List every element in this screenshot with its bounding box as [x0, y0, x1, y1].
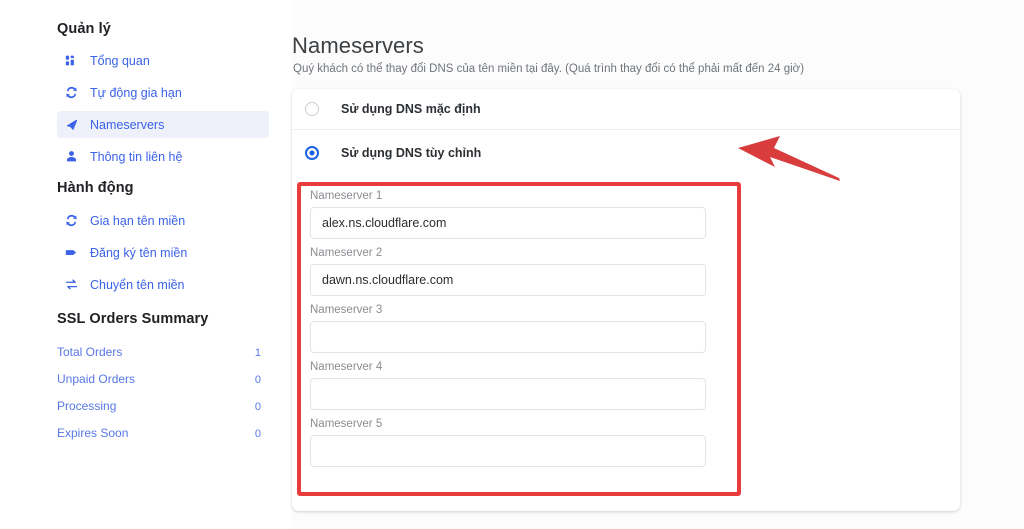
sidebar-item-label: Thông tin liên hệ: [90, 149, 183, 164]
nameserver-field-1: Nameserver 1: [310, 190, 710, 239]
sidebar: Quản lý Tổng quan Tự động gia hạn Namese…: [0, 0, 292, 529]
sidebar-nav-action: Gia hạn tên miền Đăng ký tên miền Chuyển…: [57, 207, 269, 298]
dns-option-default-row[interactable]: Sử dụng DNS mặc định: [292, 89, 960, 130]
dns-option-label: Sử dụng DNS tùy chỉnh: [341, 145, 482, 160]
radio-default-dns[interactable]: [305, 102, 319, 116]
ssl-summary-label: Unpaid Orders: [57, 372, 136, 386]
sidebar-nav-manage: Tổng quan Tự động gia hạn Nameservers Th…: [57, 47, 269, 170]
sync-icon: [65, 86, 83, 99]
nameserver-field-5: Nameserver 5: [310, 418, 710, 467]
nameserver-input-1[interactable]: [310, 207, 706, 239]
sidebar-item-chuyen-ten-mien[interactable]: Chuyển tên miền: [57, 271, 269, 298]
dns-option-custom-row[interactable]: Sử dụng DNS tùy chỉnh: [292, 130, 960, 175]
app-root: Quản lý Tổng quan Tự động gia hạn Namese…: [0, 0, 1024, 529]
ssl-summary-value: 0: [254, 374, 261, 386]
main-content: Nameservers Quý khách có thể thay đổi DN…: [292, 0, 1024, 529]
nameserver-field-2: Nameserver 2: [310, 247, 710, 296]
sidebar-item-nameservers[interactable]: Nameservers: [57, 111, 269, 138]
sidebar-item-gia-han-ten-mien[interactable]: Gia hạn tên miền: [57, 207, 269, 234]
page-title: Nameservers: [292, 32, 424, 58]
sidebar-item-dang-ky-ten-mien[interactable]: Đăng ký tên miền: [57, 239, 269, 266]
dns-option-label: Sử dụng DNS mặc định: [341, 102, 481, 116]
nameserver-field-4: Nameserver 4: [310, 361, 710, 410]
ssl-summary-row[interactable]: Processing 0: [57, 399, 261, 426]
nameserver-label: Nameserver 5: [310, 418, 383, 430]
ssl-summary-value: 0: [254, 428, 261, 440]
sidebar-item-label: Đăng ký tên miền: [90, 245, 188, 260]
sidebar-item-label: Tổng quan: [90, 53, 150, 68]
ssl-orders-summary-list: Total Orders 1 Unpaid Orders 0 Processin…: [57, 345, 261, 453]
sync-icon: [65, 214, 83, 227]
ssl-summary-value: 0: [254, 401, 261, 413]
dashboard-icon: [65, 54, 83, 67]
nameserver-label: Nameserver 4: [310, 361, 383, 373]
sidebar-item-label: Chuyển tên miền: [90, 277, 185, 292]
page-subtitle: Quý khách có thể thay đổi DNS của tên mi…: [293, 62, 805, 75]
nameserver-input-4[interactable]: [310, 378, 706, 410]
nameserver-input-3[interactable]: [310, 321, 706, 353]
nameserver-fields-group: Nameserver 1 Nameserver 2 Nameserver 3 N…: [310, 190, 710, 467]
ssl-summary-label: Total Orders: [57, 345, 123, 359]
sidebar-section-heading-ssl-orders-summary: SSL Orders Summary: [57, 311, 209, 327]
person-icon: [65, 150, 83, 163]
sidebar-item-tong-quan[interactable]: Tổng quan: [57, 47, 269, 74]
nameserver-label: Nameserver 1: [310, 190, 383, 202]
ssl-summary-row[interactable]: Total Orders 1: [57, 345, 261, 372]
transfer-icon: [65, 278, 83, 291]
sidebar-section-heading-action: Hành động: [57, 180, 134, 196]
sidebar-item-label: Nameservers: [90, 117, 165, 132]
sidebar-item-label: Tự động gia hạn: [90, 85, 182, 100]
nameserver-input-2[interactable]: [310, 264, 706, 296]
radio-custom-dns[interactable]: [305, 145, 319, 160]
arrow-icon: [65, 118, 83, 131]
ssl-summary-label: Processing: [57, 399, 117, 413]
nameservers-card: Sử dụng DNS mặc định Sử dụng DNS tùy chỉ…: [292, 89, 960, 511]
sidebar-section-heading-manage: Quản lý: [57, 21, 111, 37]
nameserver-field-3: Nameserver 3: [310, 304, 710, 353]
sidebar-item-label: Gia hạn tên miền: [90, 213, 186, 228]
nameserver-input-5[interactable]: [310, 435, 706, 467]
ssl-summary-row[interactable]: Expires Soon 0: [57, 426, 261, 453]
sidebar-item-tu-dong-gia-han[interactable]: Tự động gia hạn: [57, 79, 269, 106]
sidebar-item-thong-tin-lien-he[interactable]: Thông tin liên hệ: [57, 143, 269, 170]
ssl-summary-label: Expires Soon: [57, 426, 129, 440]
tag-icon: [65, 246, 83, 259]
ssl-summary-row[interactable]: Unpaid Orders 0: [57, 372, 261, 399]
nameserver-label: Nameserver 2: [310, 247, 383, 259]
nameserver-label: Nameserver 3: [310, 304, 383, 316]
ssl-summary-value: 1: [254, 347, 261, 359]
